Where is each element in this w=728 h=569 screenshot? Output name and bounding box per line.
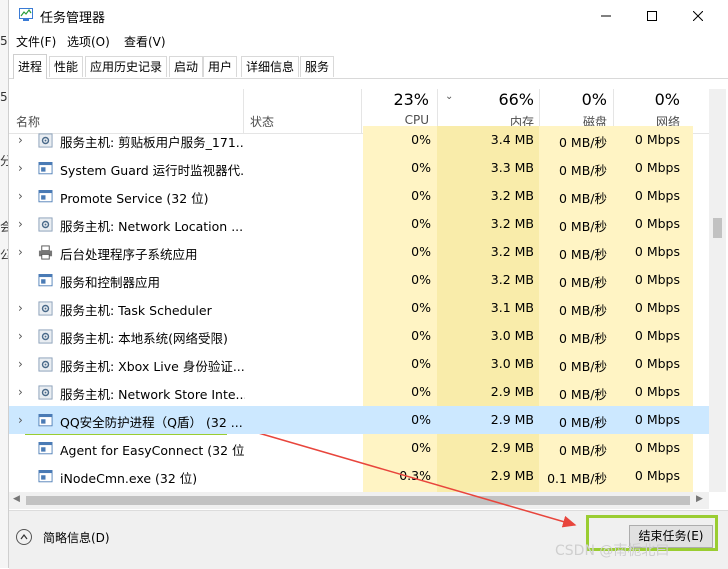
process-name: QQ安全防护进程（Q盾） (32 ... (60, 415, 243, 430)
process-disk: 0 MB/秒 (559, 415, 607, 430)
app-window-icon (38, 413, 53, 427)
chevron-right-icon[interactable]: › (18, 413, 23, 427)
watermark-text: CSDN @南栀北曰 (555, 543, 670, 559)
tab-processes[interactable]: 进程 (13, 54, 48, 79)
process-memory: 2.9 MB (490, 412, 534, 427)
process-network: 0 Mbps (634, 412, 680, 427)
process-cpu: 0% (411, 412, 431, 427)
table-row[interactable]: › QQ安全防护进程（Q盾） (32 ... 0% 2.9 MB 0 MB/秒 0 Mbp… (9, 406, 709, 434)
annotation-arrow (254, 431, 577, 528)
